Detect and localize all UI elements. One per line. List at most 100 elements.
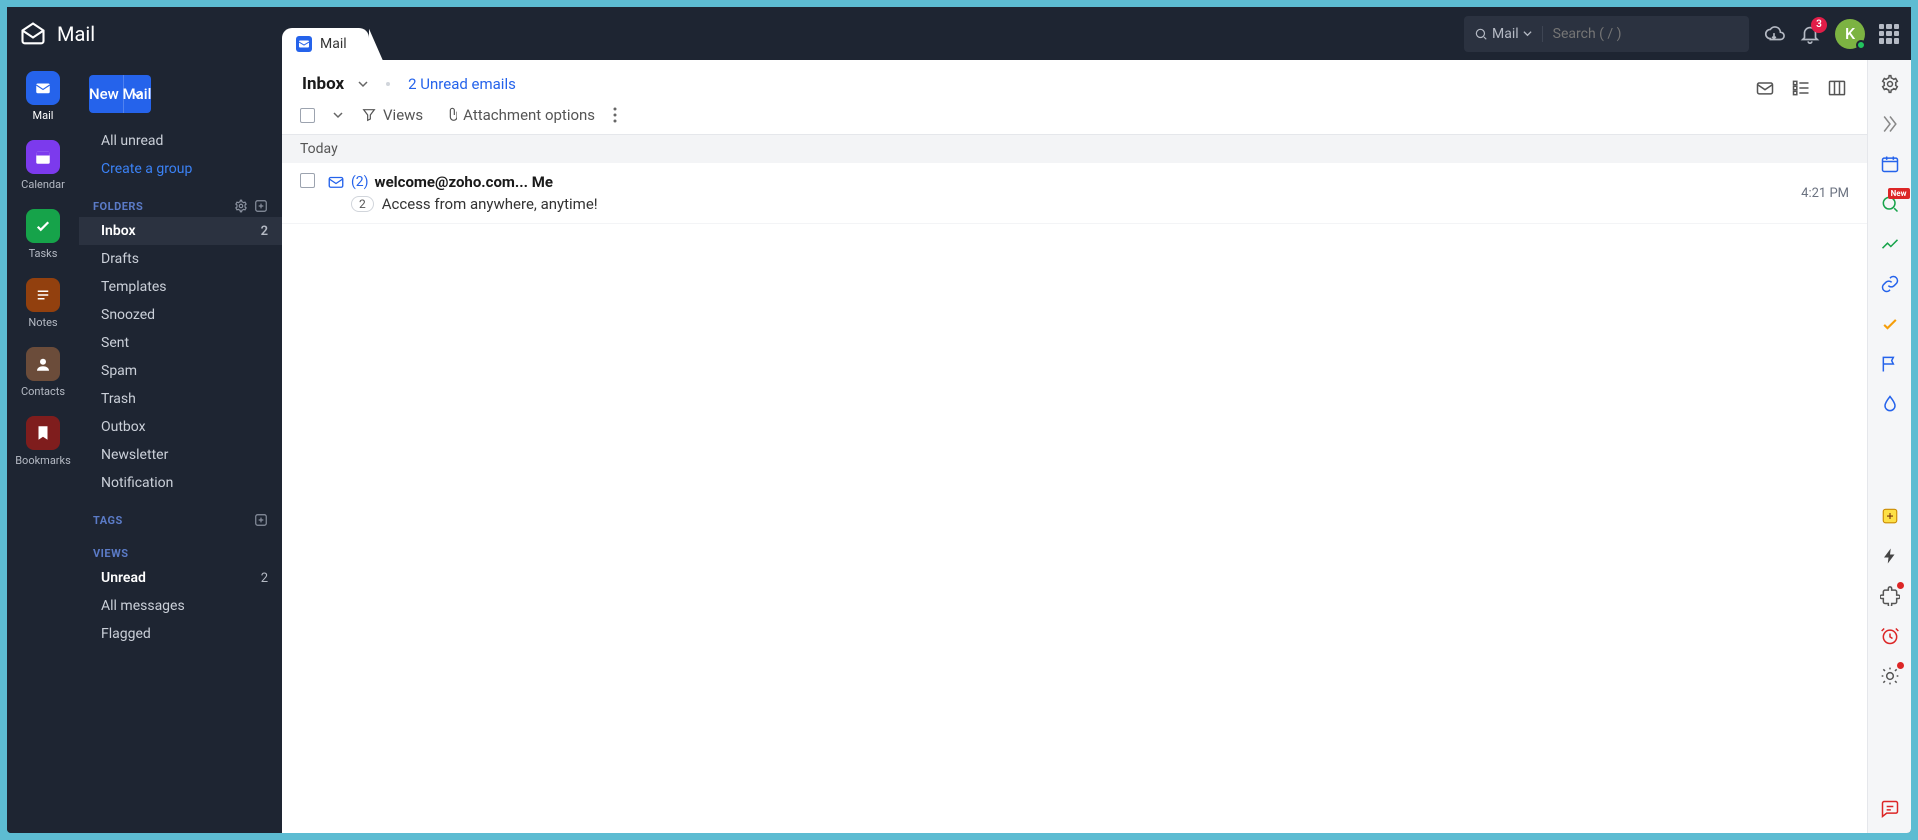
notes-icon	[26, 278, 60, 312]
chat-icon[interactable]	[1878, 797, 1902, 821]
attachment-options[interactable]: Attachment options	[441, 106, 595, 124]
folder-label: Sent	[101, 335, 129, 351]
stats-icon[interactable]	[1878, 232, 1902, 256]
nav-label: Notes	[28, 316, 57, 329]
folder-sent[interactable]: Sent	[79, 329, 282, 357]
bell-icon[interactable]: 3	[1799, 23, 1821, 45]
filter-icon	[361, 107, 377, 123]
plus-icon[interactable]	[254, 199, 268, 213]
nav-label: Mail	[33, 109, 54, 122]
folder-label: Newsletter	[101, 447, 168, 463]
folder-label: Snoozed	[101, 307, 155, 323]
nav-item-mail[interactable]: Mail	[26, 67, 60, 126]
list-view-icon[interactable]	[1791, 78, 1811, 98]
date-group-header: Today	[282, 135, 1867, 163]
nav-label: Contacts	[21, 385, 65, 398]
chevron-down-icon[interactable]	[358, 79, 368, 89]
gear-icon[interactable]	[234, 199, 248, 213]
folder-snoozed[interactable]: Snoozed	[79, 301, 282, 329]
app-logo[interactable]: Mail	[19, 20, 95, 48]
tab-mail[interactable]: Mail	[282, 28, 369, 60]
widget-icon[interactable]	[1878, 112, 1902, 136]
folder-notification[interactable]: Notification	[79, 469, 282, 497]
nav-item-bookmarks[interactable]: Bookmarks	[15, 412, 71, 471]
search-input[interactable]	[1553, 26, 1739, 42]
extension-icon[interactable]	[1878, 584, 1902, 608]
plus-icon[interactable]	[254, 513, 268, 527]
views-filter[interactable]: Views	[361, 106, 423, 124]
sidebar-link-create-group[interactable]: Create a group	[79, 155, 282, 183]
tab-label: Mail	[320, 36, 347, 52]
folder-spam[interactable]: Spam	[79, 357, 282, 385]
tasks-icon	[26, 209, 60, 243]
view-flagged[interactable]: Flagged	[79, 620, 282, 648]
select-all-checkbox[interactable]	[300, 108, 315, 123]
link-icon[interactable]	[1878, 272, 1902, 296]
cloud-download-icon[interactable]	[1763, 23, 1785, 45]
column-view-icon[interactable]	[1827, 78, 1847, 98]
ai-drop-icon[interactable]	[1878, 392, 1902, 416]
chevron-down-icon[interactable]	[123, 75, 151, 113]
apps-launcher-icon[interactable]	[1879, 24, 1899, 44]
main-content: Inbox 2 Unread emails Views Attachment o…	[282, 60, 1867, 833]
folder-label: Trash	[101, 391, 136, 407]
mail-row[interactable]: (2) welcome@zoho.com... Me 2 Access from…	[282, 163, 1867, 224]
nav-label: Bookmarks	[15, 454, 71, 467]
folder-templates[interactable]: Templates	[79, 273, 282, 301]
sidebar-section-tags: TAGS	[79, 497, 282, 531]
search-bar[interactable]: Mail	[1464, 16, 1749, 52]
nav-item-calendar[interactable]: Calendar	[21, 136, 65, 195]
folder-inbox[interactable]: Inbox2	[79, 217, 282, 245]
chevron-down-icon[interactable]	[333, 110, 343, 120]
folder-title: Inbox	[302, 74, 344, 94]
new-badge: New	[1888, 188, 1910, 199]
calendar-icon	[26, 140, 60, 174]
nav-item-contacts[interactable]: Contacts	[21, 343, 65, 402]
count-badge: 2	[351, 196, 374, 212]
flag-icon[interactable]	[1878, 352, 1902, 376]
mail-subject: Access from anywhere, anytime!	[382, 195, 598, 213]
folder-count: 2	[261, 224, 268, 239]
sidebar-section-folders: FOLDERS	[79, 183, 282, 217]
presence-dot	[1856, 40, 1866, 50]
alert-dot	[1897, 662, 1904, 669]
sun-icon[interactable]	[1878, 664, 1902, 688]
folder-drafts[interactable]: Drafts	[79, 245, 282, 273]
more-icon[interactable]	[613, 107, 617, 123]
search-widget-icon[interactable]: New	[1878, 192, 1902, 216]
new-mail-button[interactable]: New Mail	[89, 75, 151, 113]
gear-icon[interactable]	[1878, 72, 1902, 96]
alarm-icon[interactable]	[1878, 624, 1902, 648]
avatar[interactable]: K	[1835, 19, 1865, 49]
calendar-widget-icon[interactable]	[1878, 152, 1902, 176]
mail-checkbox[interactable]	[300, 173, 315, 188]
folder-trash[interactable]: Trash	[79, 385, 282, 413]
nav-item-notes[interactable]: Notes	[26, 274, 60, 333]
list-toolbar: Views Attachment options	[282, 100, 1867, 135]
sidebar-link-all-unread[interactable]: All unread	[79, 127, 282, 155]
envelope-icon[interactable]	[1755, 78, 1775, 98]
header: Mail Mail Mail 3 K	[7, 7, 1911, 60]
bolt-icon[interactable]	[1878, 544, 1902, 568]
check-icon[interactable]	[1878, 312, 1902, 336]
plus-widget-icon[interactable]	[1878, 504, 1902, 528]
nav-item-tasks[interactable]: Tasks	[26, 205, 60, 264]
folder-outbox[interactable]: Outbox	[79, 413, 282, 441]
sidebar-section-views: VIEWS	[79, 531, 282, 564]
folder-label: Drafts	[101, 251, 139, 267]
envelope-icon	[327, 173, 345, 191]
folder-label: Spam	[101, 363, 137, 379]
view-unread[interactable]: Unread2	[79, 564, 282, 592]
view-all-messages[interactable]: All messages	[79, 592, 282, 620]
right-rail: New	[1867, 60, 1911, 833]
nav-label: Tasks	[29, 247, 58, 260]
search-icon	[1474, 27, 1488, 41]
header-left: Mail	[19, 20, 95, 48]
search-scope[interactable]: Mail	[1474, 26, 1543, 42]
view-count: 2	[261, 571, 268, 586]
folder-newsletter[interactable]: Newsletter	[79, 441, 282, 469]
chevron-down-icon	[1523, 29, 1532, 38]
unread-summary[interactable]: 2 Unread emails	[408, 75, 516, 93]
alert-dot	[1897, 582, 1904, 589]
mail-tab-icon	[296, 36, 312, 52]
